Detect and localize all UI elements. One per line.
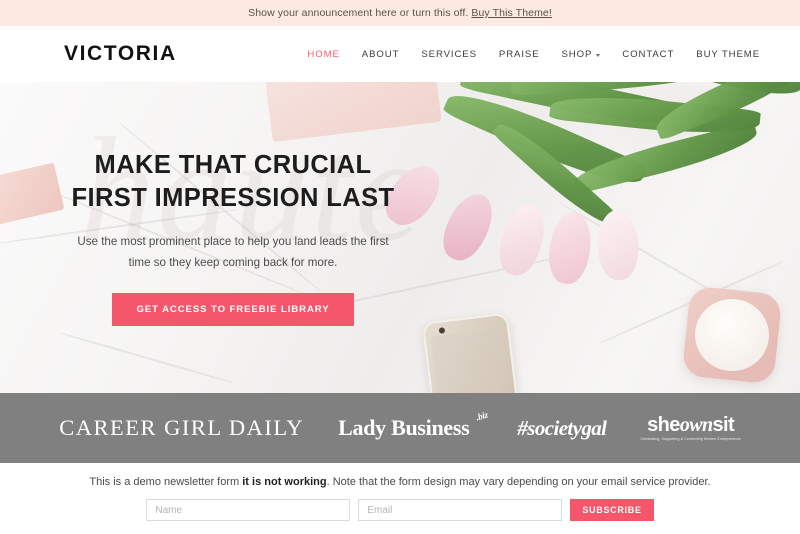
nav-item-shop[interactable]: SHOP	[562, 49, 601, 60]
hero-subtitle: Use the most prominent place to help you…	[77, 235, 389, 269]
hero-section: haute	[0, 82, 800, 393]
newsletter-section: This is a demo newsletter form it is not…	[0, 463, 800, 534]
chevron-down-icon	[596, 53, 601, 57]
nav-label-praise: PRAISE	[498, 48, 540, 60]
announcement-text: Show your announcement here or turn this…	[248, 7, 469, 19]
nav-label-home: HOME	[307, 48, 340, 60]
brand-logo-sheownsit-main: sheownsit	[647, 415, 734, 435]
nav-label-about: ABOUT	[361, 48, 400, 60]
newsletter-note-bold: it is not working	[242, 476, 327, 488]
brand-logo-sheownsit-part3: sit	[712, 413, 735, 436]
site-logo[interactable]: VICTORIA	[64, 42, 177, 66]
brand-logo-lady-business-text: Lady Business	[338, 415, 470, 440]
nav-item-services[interactable]: SERVICES	[421, 49, 477, 60]
brand-logo-societygal: #societygal	[517, 415, 607, 440]
brand-logo-career-girl-daily: CAREER GIRL DAILY	[59, 415, 305, 440]
announcement-bar: Show your announcement here or turn this…	[0, 0, 800, 26]
brand-logo-sheownsit-part1: she	[647, 413, 680, 436]
brand-logo-lady-business-suffix: .biz	[474, 409, 489, 423]
featured-logos-band: CAREER GIRL DAILY Lady Business .biz #so…	[0, 393, 800, 463]
nav-label-buy-theme: BUY THEME	[696, 48, 760, 60]
newsletter-email-input[interactable]	[358, 499, 563, 521]
newsletter-form: SUBSCRIBE	[146, 499, 654, 521]
newsletter-note-after: . Note that the form design may vary dep…	[326, 476, 711, 488]
newsletter-note-before: This is a demo newsletter form	[89, 476, 243, 488]
hero-title: MAKE THAT CRUCIAL FIRST IMPRESSION LAST	[71, 151, 395, 212]
brand-logo-sheownsit: sheownsit Celebrating, Supporting & Conn…	[640, 415, 740, 441]
hero-content: MAKE THAT CRUCIAL FIRST IMPRESSION LAST …	[0, 82, 466, 393]
nav-label-shop: SHOP	[561, 48, 593, 60]
site-header: VICTORIA HOME ABOUT SERVICES PRAISE SHOP…	[0, 26, 800, 82]
nav-label-contact: CONTACT	[622, 48, 675, 60]
nav-item-contact[interactable]: CONTACT	[622, 49, 674, 60]
newsletter-subscribe-button[interactable]: SUBSCRIBE	[570, 499, 654, 521]
nav-item-home[interactable]: HOME	[307, 49, 339, 60]
brand-logo-sheownsit-tagline: Celebrating, Supporting & Connecting Wom…	[640, 436, 741, 441]
nav-label-services: SERVICES	[421, 48, 477, 60]
hero-cta-button[interactable]: GET ACCESS TO FREEBIE LIBRARY	[112, 292, 354, 326]
main-navigation: HOME ABOUT SERVICES PRAISE SHOP CONTACT …	[307, 49, 760, 60]
brand-logo-lady-business: Lady Business .biz	[338, 410, 488, 441]
tulip-bouquet	[376, 82, 800, 287]
nav-item-praise[interactable]: PRAISE	[499, 49, 540, 60]
nav-item-buy-theme[interactable]: BUY THEME	[696, 49, 760, 60]
newsletter-name-input[interactable]	[146, 499, 351, 521]
nav-item-about[interactable]: ABOUT	[362, 49, 400, 60]
announcement-link[interactable]: Buy This Theme!	[471, 7, 551, 19]
brand-logo-sheownsit-part2: own	[679, 413, 713, 436]
newsletter-note: This is a demo newsletter form it is not…	[89, 476, 710, 488]
